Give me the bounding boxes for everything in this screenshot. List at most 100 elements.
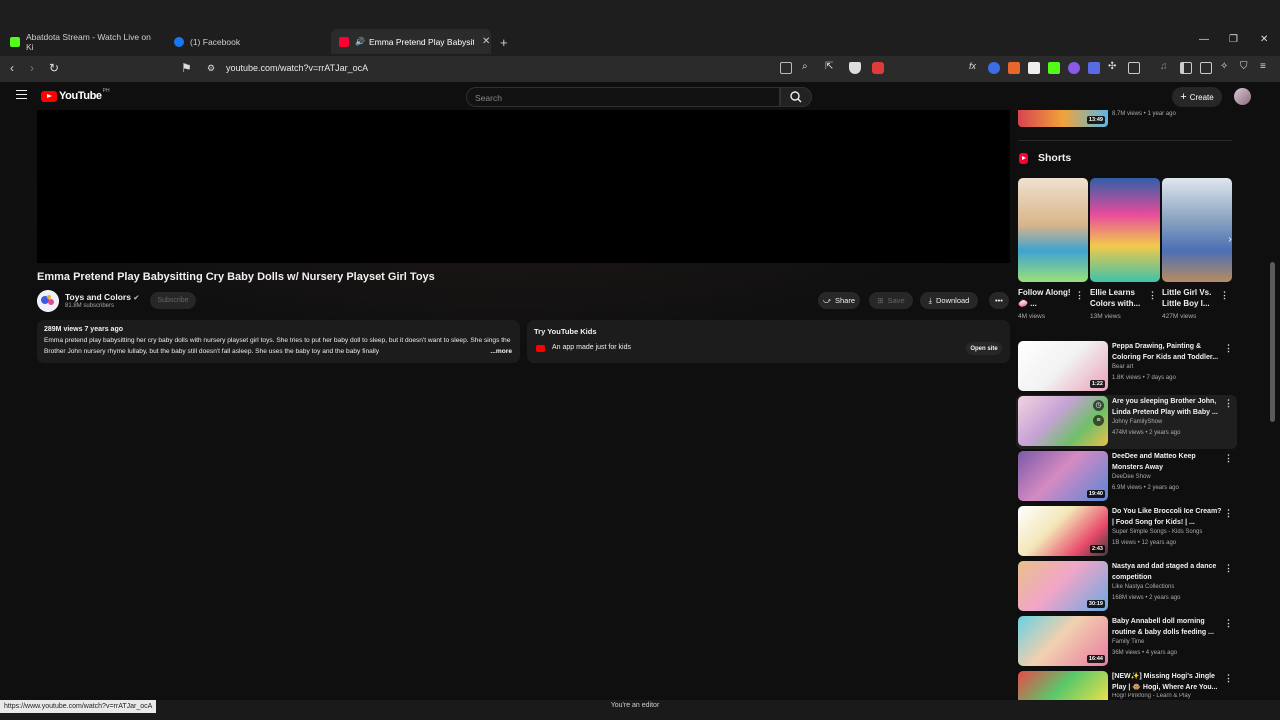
more-vert-icon[interactable]: ⋮: [1148, 290, 1157, 301]
more-vert-icon[interactable]: ⋮: [1224, 398, 1233, 409]
download-button[interactable]: ⤓ Download: [920, 292, 978, 309]
tab-facebook[interactable]: (1) Facebook: [174, 31, 324, 53]
rec-title[interactable]: DeeDee and Matteo Keep Monsters Away: [1112, 452, 1224, 473]
minimize-icon[interactable]: —: [1199, 34, 1209, 45]
rec-channel[interactable]: Family Time: [1112, 639, 1144, 645]
top-rec-thumbnail[interactable]: 13:49: [1018, 110, 1108, 127]
extension-blue-icon[interactable]: [988, 62, 1000, 74]
rec-channel[interactable]: Super Simple Songs - Kids Songs: [1112, 529, 1202, 535]
search-button[interactable]: [780, 87, 812, 107]
more-link[interactable]: ...more: [487, 348, 512, 355]
rec-thumbnail[interactable]: 19:40: [1018, 451, 1108, 501]
back-icon[interactable]: ‹: [10, 61, 14, 75]
short-title[interactable]: Ellie Learns Colors with...: [1090, 287, 1146, 309]
rec-thumbnail[interactable]: 30:19: [1018, 561, 1108, 611]
brave-shield-icon[interactable]: [849, 62, 861, 74]
cast-icon[interactable]: [780, 62, 792, 74]
channel-name[interactable]: Toys and Colors ✔: [65, 292, 139, 302]
panel-icon[interactable]: [1180, 62, 1192, 74]
more-vert-icon[interactable]: ⋮: [1224, 618, 1233, 629]
create-button[interactable]: + Create: [1172, 87, 1222, 107]
hamburger-menu-icon[interactable]: [16, 90, 27, 99]
rec-thumbnail[interactable]: 1:22: [1018, 341, 1108, 391]
shorts-next-icon[interactable]: ›: [1222, 232, 1238, 248]
scrollbar-thumb[interactable]: [1270, 262, 1275, 422]
tab-youtube-active[interactable]: 🔊 Emma Pretend Play Babysitti ✕: [331, 29, 491, 54]
leo-ai-icon[interactable]: ✧: [1220, 61, 1228, 72]
more-vert-icon[interactable]: ⋮: [1224, 563, 1233, 574]
description-box[interactable]: 289M views 7 years ago Emma pretend play…: [37, 320, 520, 363]
short-thumbnail[interactable]: [1162, 178, 1232, 282]
divider: [1018, 140, 1232, 141]
logo-region: PH: [102, 88, 110, 94]
short-title[interactable]: Follow Along! 🧼 ...: [1018, 287, 1074, 309]
extensions-puzzle-icon[interactable]: ✣: [1108, 61, 1116, 72]
account-avatar[interactable]: [1234, 88, 1251, 105]
close-window-icon[interactable]: ✕: [1260, 34, 1268, 45]
extension-fx-icon[interactable]: fx: [969, 61, 976, 71]
url-field[interactable]: youtube.com/watch?v=rrATJar_ocA: [226, 63, 368, 73]
save-label: Save: [887, 296, 905, 305]
reload-icon[interactable]: ↻: [49, 61, 59, 75]
extension-green-icon[interactable]: [1048, 62, 1060, 74]
share-page-icon[interactable]: ⇱: [825, 61, 833, 72]
channel-avatar[interactable]: [37, 290, 59, 312]
search-input[interactable]: Search: [466, 87, 780, 107]
more-vert-icon[interactable]: ⋮: [1220, 290, 1229, 301]
forward-icon[interactable]: ›: [30, 61, 34, 75]
rec-title[interactable]: Peppa Drawing, Painting & Coloring For K…: [1112, 342, 1224, 363]
short-title[interactable]: Little Girl Vs. Little Boy I...: [1162, 287, 1218, 309]
site-info-icon[interactable]: ⚙: [207, 63, 215, 74]
vpn-icon[interactable]: ⛉: [1240, 61, 1248, 72]
watch-later-icon[interactable]: ◷: [1093, 400, 1104, 411]
more-actions-button[interactable]: •••: [989, 292, 1009, 309]
wallet-icon[interactable]: [1200, 62, 1212, 74]
rec-thumbnail[interactable]: ◷ ≡: [1018, 396, 1108, 446]
more-vert-icon[interactable]: ⋮: [1224, 453, 1233, 464]
rec-channel[interactable]: Bear art: [1112, 364, 1133, 370]
extension-indigo-icon[interactable]: [1088, 62, 1100, 74]
youtube-logo[interactable]: YouTube PH: [41, 88, 110, 102]
rec-thumbnail[interactable]: [1018, 671, 1108, 700]
status-url: https://www.youtube.com/watch?v=rrATJar_…: [0, 700, 157, 713]
extension-orange-icon[interactable]: [1008, 62, 1020, 74]
save-button[interactable]: ⊞ Save: [869, 292, 913, 309]
more-vert-icon[interactable]: ⋮: [1224, 508, 1233, 519]
share-button[interactable]: ⤻ Share: [818, 292, 860, 309]
rewards-icon[interactable]: [872, 62, 884, 74]
facebook-favicon-icon: [174, 37, 184, 47]
restore-icon[interactable]: ❐: [1229, 34, 1238, 45]
rec-title[interactable]: Baby Annabell doll morning routine & bab…: [1112, 617, 1224, 638]
rec-title[interactable]: Do You Like Broccoli Ice Cream? | Food S…: [1112, 507, 1224, 528]
extension-purple-icon[interactable]: [1068, 62, 1080, 74]
short-thumbnail[interactable]: [1018, 178, 1088, 282]
video-player[interactable]: [37, 110, 1010, 263]
media-icon[interactable]: ♫: [1160, 61, 1168, 72]
rec-title[interactable]: Are you sleeping Brother John, Linda Pre…: [1112, 397, 1224, 418]
open-site-button[interactable]: Open site: [966, 342, 1002, 355]
rec-title[interactable]: Nastya and dad staged a dance competitio…: [1112, 562, 1224, 583]
rec-channel[interactable]: Johny FamilyShow: [1112, 419, 1162, 425]
rec-title[interactable]: [NEW✨] Missing Hogi's Jingle Play | 🐵 Ho…: [1112, 672, 1224, 693]
rec-thumbnail[interactable]: 2:43: [1018, 506, 1108, 556]
zoom-icon[interactable]: ⌕: [802, 61, 808, 72]
add-to-queue-icon[interactable]: ≡: [1093, 415, 1104, 426]
more-vert-icon[interactable]: ⋮: [1075, 290, 1084, 301]
subscribe-button[interactable]: Subscribe: [150, 292, 196, 309]
more-vert-icon[interactable]: ⋮: [1224, 673, 1233, 684]
short-thumbnail[interactable]: [1090, 178, 1160, 282]
menu-icon[interactable]: ≡: [1260, 61, 1266, 72]
extension-white-icon[interactable]: [1028, 62, 1040, 74]
sidebar-toggle-icon[interactable]: [1128, 62, 1140, 74]
rec-thumbnail[interactable]: 16:44: [1018, 616, 1108, 666]
bookmark-icon[interactable]: ⚑: [181, 61, 192, 75]
rec-channel[interactable]: Like Nastya Collections: [1112, 584, 1174, 590]
rec-channel[interactable]: DeeDee Show: [1112, 474, 1151, 480]
more-vert-icon[interactable]: ⋮: [1224, 343, 1233, 354]
new-tab-button[interactable]: +: [500, 31, 508, 53]
speaker-icon[interactable]: 🔊: [355, 37, 365, 46]
tab-kick[interactable]: Abatdota Stream - Watch Live on Ki: [10, 31, 160, 53]
close-tab-icon[interactable]: ✕: [482, 36, 490, 47]
rec-channel[interactable]: Hogi! Pinkfong - Learn & Play: [1112, 693, 1191, 700]
shorts-icon: [1019, 152, 1028, 164]
